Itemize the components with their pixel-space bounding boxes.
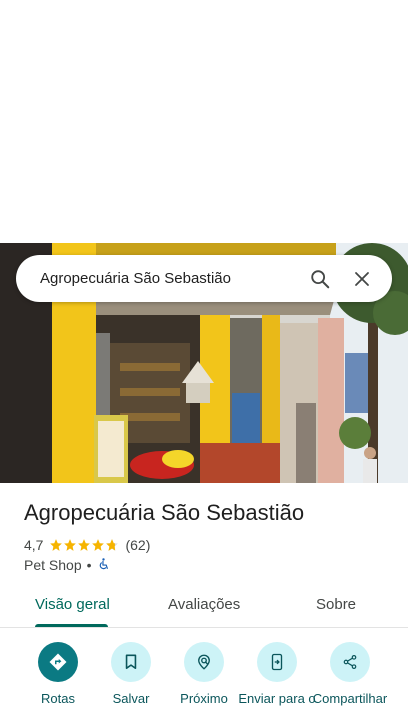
star-icon <box>64 539 77 551</box>
active-tab-indicator <box>35 624 108 627</box>
separator-dot: • <box>86 557 92 573</box>
directions-label: Rotas <box>41 691 75 706</box>
star-rating <box>49 538 119 552</box>
star-half-icon <box>106 539 119 551</box>
save-button[interactable]: Salvar <box>91 642 171 706</box>
star-icon <box>92 539 105 551</box>
search-icon[interactable] <box>302 261 338 297</box>
share-icon <box>330 642 370 682</box>
directions-icon <box>38 642 78 682</box>
share-label: Compartilhar <box>312 691 388 706</box>
place-title: Agropecuária São Sebastião <box>24 500 305 525</box>
bookmark-icon <box>111 642 151 682</box>
category-row: Pet Shop • <box>24 556 110 574</box>
share-button[interactable]: Compartilhar <box>310 642 390 706</box>
wheelchair-icon <box>97 557 110 574</box>
tab-overview[interactable]: Visão geral <box>35 596 110 613</box>
tab-reviews[interactable]: Avaliações <box>168 596 240 613</box>
send-to-phone-button[interactable]: Enviar para o <box>237 642 317 706</box>
rating-value: 4,7 <box>24 537 44 553</box>
search-bar[interactable]: Agropecuária São Sebastião <box>16 255 392 302</box>
review-count: (62) <box>125 537 151 553</box>
close-icon[interactable] <box>344 261 380 297</box>
send-to-phone-icon <box>257 642 297 682</box>
star-icon <box>50 539 63 551</box>
save-label: Salvar <box>112 691 150 706</box>
directions-button[interactable]: Rotas <box>18 642 98 706</box>
star-icon <box>78 539 91 551</box>
place-tabs: Visão geral Avaliações Sobre <box>0 584 408 628</box>
place-category: Pet Shop <box>24 557 82 573</box>
nearby-icon <box>184 642 224 682</box>
rating-row[interactable]: 4,7 (62) <box>24 536 150 554</box>
search-input[interactable]: Agropecuária São Sebastião <box>40 270 296 287</box>
tab-about[interactable]: Sobre <box>316 596 356 613</box>
nearby-button[interactable]: Próximo <box>164 642 244 706</box>
action-bar: Rotas Salvar Próximo Enviar para o Compa… <box>0 640 408 726</box>
send-to-phone-label: Enviar para o <box>238 691 316 706</box>
nearby-label: Próximo <box>180 691 228 706</box>
